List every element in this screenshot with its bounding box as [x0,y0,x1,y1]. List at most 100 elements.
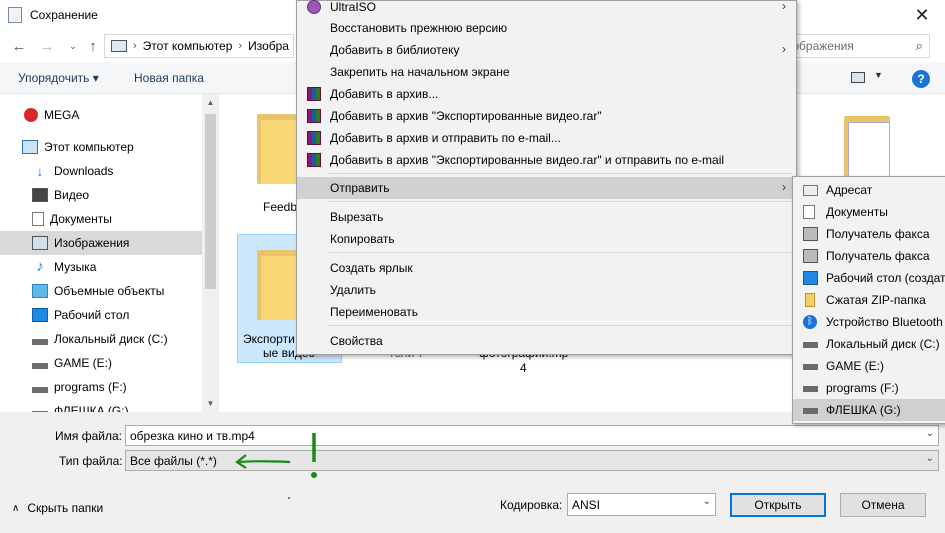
breadcrumb-computer[interactable]: Этот компьютер [143,39,233,53]
sidebar-item-desktop[interactable]: Рабочий стол [0,303,202,327]
menu-item-properties[interactable]: Свойства [297,330,796,352]
scrollbar-thumb[interactable] [205,114,216,289]
contact-icon [803,185,818,196]
sidebar-item-drive-g[interactable]: ФЛЕШКА (G:) [0,399,202,412]
menu-item-label: Переименовать [330,305,418,319]
sidebar-item-this-pc[interactable]: Этот компьютер [0,135,202,159]
submenu-item-zip[interactable]: Сжатая ZIP-папка [793,289,945,311]
search-input[interactable]: зображения ⌕ [780,34,930,58]
scroll-down-icon[interactable]: ▼ [202,399,218,408]
recent-locations-chevron-icon[interactable]: ⌄ [62,35,84,57]
submenu-item-bluetooth[interactable]: ᛒ Устройство Bluetooth [793,311,945,333]
help-icon[interactable]: ? [912,70,930,88]
view-dropdown-icon[interactable]: ▼ [874,70,883,80]
submenu-item-drive-e[interactable]: GAME (E:) [793,355,945,377]
back-arrow-icon[interactable]: ← [8,35,30,57]
sidebar-item-documents[interactable]: Документы [0,207,202,231]
submenu-item-drive-f[interactable]: programs (F:) [793,377,945,399]
fax-icon [803,227,818,241]
navigation-pane: MEGA Этот компьютер ↓ Downloads Видео До… [0,94,219,412]
drive-icon [803,408,818,414]
sidebar-item-drive-f[interactable]: programs (F:) [0,375,202,399]
sidebar-item-label: Видео [54,188,90,202]
submenu-item-drive-g[interactable]: ФЛЕШКА (G:) [793,399,945,421]
menu-item-delete[interactable]: Удалить [297,279,796,301]
encoding-select[interactable]: ANSI ⌄ [567,493,716,516]
file-label: 4 [520,361,527,375]
menu-separator [327,325,792,326]
mega-icon [24,108,38,122]
winrar-icon [307,131,321,145]
chevron-down-icon[interactable]: ⌄ [926,453,934,464]
menu-item-add-to-library[interactable]: Добавить в библиотеку › [297,39,796,61]
submenu-item-drive-c[interactable]: Локальный диск (C:) [793,333,945,355]
menu-item-rar-email[interactable]: Добавить в архив "Экспортированные видео… [297,149,796,171]
pictures-icon [32,236,48,250]
sidebar-item-downloads[interactable]: ↓ Downloads [0,159,202,183]
menu-item-label: Удалить [330,283,376,297]
submenu-item-fax-1[interactable]: Получатель факса [793,223,945,245]
sidebar-item-label: Документы [50,212,112,226]
menu-item-cut[interactable]: Вырезать [297,206,796,228]
sidebar-item-label: programs (F:) [54,380,127,394]
menu-item-ultraiso[interactable]: UltraISO › [297,0,796,18]
up-arrow-icon[interactable]: ↑ [82,35,104,57]
menu-item-rename[interactable]: Переименовать [297,301,796,323]
context-menu: UltraISO › Восстановить прежнюю версию Д… [296,0,797,355]
menu-item-copy[interactable]: Копировать [297,228,796,250]
menu-item-label: Сжатая ZIP-папка [826,293,926,307]
sidebar-item-drive-c[interactable]: Локальный диск (C:) [0,327,202,351]
submenu-item-contact[interactable]: Адресат [793,179,945,201]
menu-item-add-to-archive[interactable]: Добавить в архив... [297,83,796,105]
sidebar-item-pictures[interactable]: Изображения [0,231,202,255]
sidebar-item-drive-e[interactable]: GAME (E:) [0,351,202,375]
drive-icon [32,387,48,393]
submenu-item-documents[interactable]: Документы [793,201,945,223]
menu-item-label: Адресат [826,183,873,197]
annotation-arrow [235,433,317,499]
menu-item-label: Локальный диск (C:) [826,337,940,351]
menu-item-label: Вырезать [330,210,384,224]
sidebar-item-video[interactable]: Видео [0,183,202,207]
submenu-item-fax-2[interactable]: Получатель факса [793,245,945,267]
menu-item-label: Свойства [330,334,383,348]
forward-arrow-icon[interactable]: → [36,35,58,57]
menu-item-add-to-rar[interactable]: Добавить в архив "Экспортированные видео… [297,105,796,127]
send-to-submenu: Адресат Документы Получатель факса Получ… [792,176,945,424]
organize-button[interactable]: Упорядочить ▾ [18,71,99,85]
submenu-arrow-icon: › [782,0,786,13]
hide-folders-label: Скрыть папки [27,501,104,515]
computer-icon [111,40,127,52]
submenu-item-desktop[interactable]: Рабочий стол (создат [793,267,945,289]
menu-item-restore-version[interactable]: Восстановить прежнюю версию [297,17,796,39]
sidebar-item-3d-objects[interactable]: Объемные объекты [0,279,202,303]
menu-item-label: Получатель факса [826,249,930,263]
sidebar-item-mega[interactable]: MEGA [0,103,202,127]
menu-item-archive-email[interactable]: Добавить в архив и отправить по e-mail..… [297,127,796,149]
sidebar-item-music[interactable]: ♪ Музыка [0,255,202,279]
new-folder-button[interactable]: Новая папка [134,71,204,85]
hide-folders-button[interactable]: ∧ Скрыть папки [12,501,103,515]
chevron-down-icon[interactable]: ⌄ [703,496,711,507]
sidebar-item-label: Локальный диск (C:) [54,332,168,346]
close-button[interactable]: ✕ [899,0,945,30]
open-button[interactable]: Открыть [730,493,826,517]
breadcrumb-pictures[interactable]: Изобра [248,39,289,53]
pictures-folder-icon[interactable] [844,108,890,186]
menu-item-pin-to-start[interactable]: Закрепить на начальном экране [297,61,796,83]
view-options-icon[interactable] [851,72,865,83]
address-bar[interactable]: › Этот компьютер › Изобра [104,34,294,58]
music-icon: ♪ [36,258,44,275]
winrar-icon [307,153,321,167]
sidebar-scrollbar[interactable]: ▲ ▼ [202,94,218,412]
menu-item-send-to[interactable]: Отправить › [297,177,796,199]
scroll-up-icon[interactable]: ▲ [202,98,218,107]
menu-item-label: GAME (E:) [826,359,885,373]
3d-objects-icon [32,284,48,298]
save-form: Имя файла: обрезка кино и тв.mp4 ⌄ Тип ф… [0,412,945,533]
menu-item-create-shortcut[interactable]: Создать ярлык [297,257,796,279]
sidebar-item-label: ФЛЕШКА (G:) [54,404,129,412]
menu-item-label: Получатель факса [826,227,930,241]
chevron-down-icon[interactable]: ⌄ [926,428,934,439]
cancel-button[interactable]: Отмена [840,493,926,517]
